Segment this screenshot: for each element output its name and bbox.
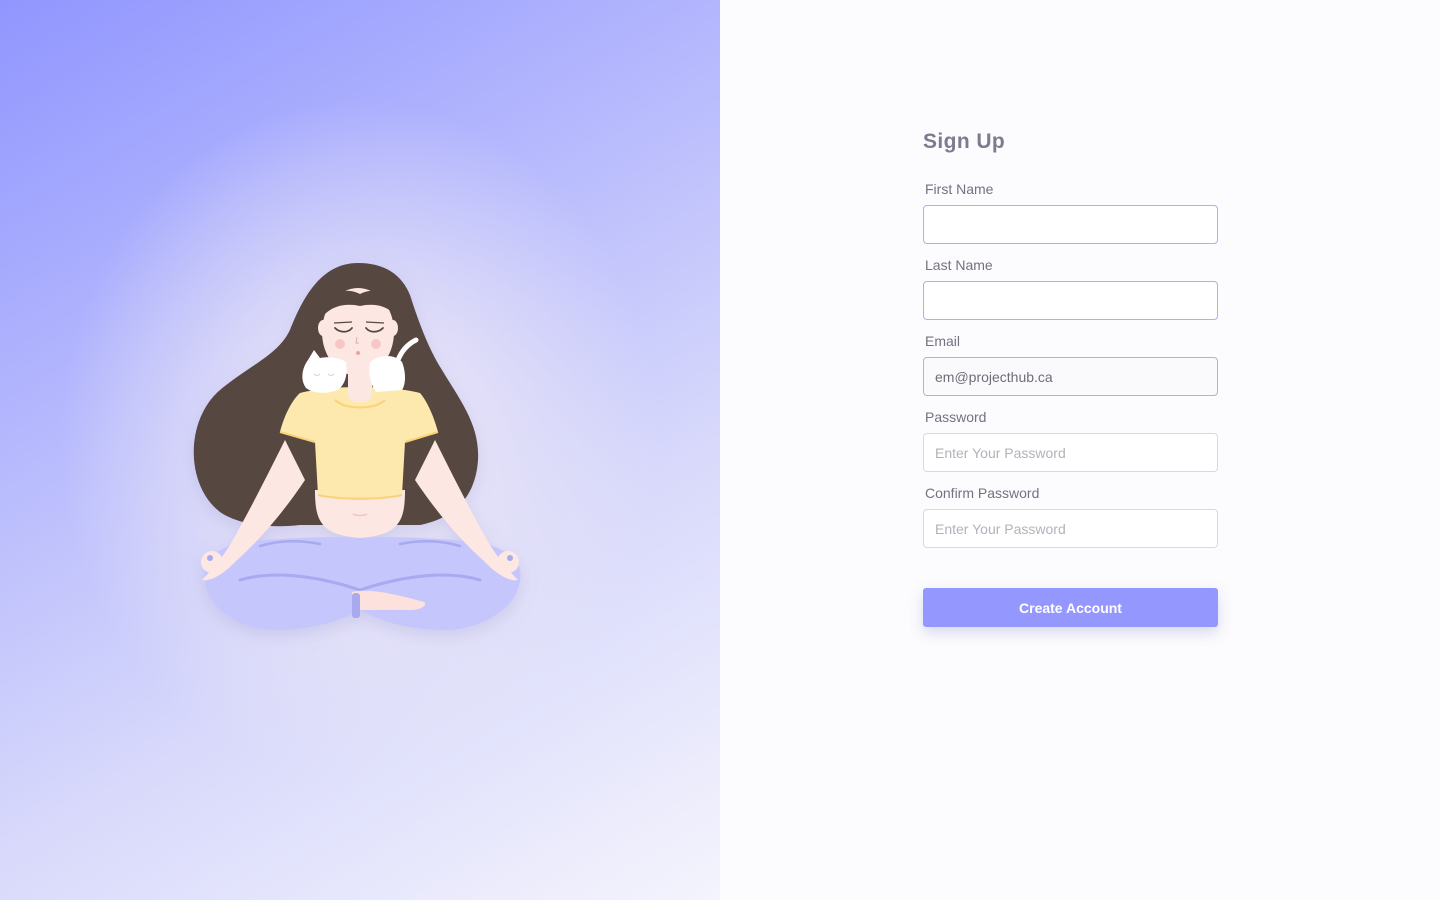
first-name-field: First Name [923, 181, 1218, 244]
last-name-input[interactable] [923, 281, 1218, 320]
last-name-field: Last Name [923, 257, 1218, 320]
email-field: Email [923, 333, 1218, 396]
signup-page: Sign Up First Name Last Name Email Passw… [0, 0, 1440, 900]
confirm-password-label: Confirm Password [925, 485, 1040, 501]
last-name-label: Last Name [925, 257, 993, 273]
meditating-woman-illustration [193, 263, 521, 630]
signup-form: Sign Up First Name Last Name Email Passw… [923, 128, 1218, 627]
first-name-label: First Name [925, 181, 994, 197]
create-account-button[interactable]: Create Account [923, 588, 1218, 627]
password-input[interactable] [923, 433, 1218, 472]
password-label: Password [925, 409, 987, 425]
email-input[interactable] [923, 357, 1218, 396]
email-label: Email [925, 333, 961, 349]
password-field: Password [923, 409, 1218, 472]
first-name-input[interactable] [923, 205, 1218, 244]
confirm-password-field: Confirm Password [923, 485, 1218, 548]
confirm-password-input[interactable] [923, 509, 1218, 548]
form-title: Sign Up [923, 130, 1006, 153]
form-panel: Sign Up First Name Last Name Email Passw… [720, 0, 1440, 900]
hero-panel [0, 0, 720, 900]
